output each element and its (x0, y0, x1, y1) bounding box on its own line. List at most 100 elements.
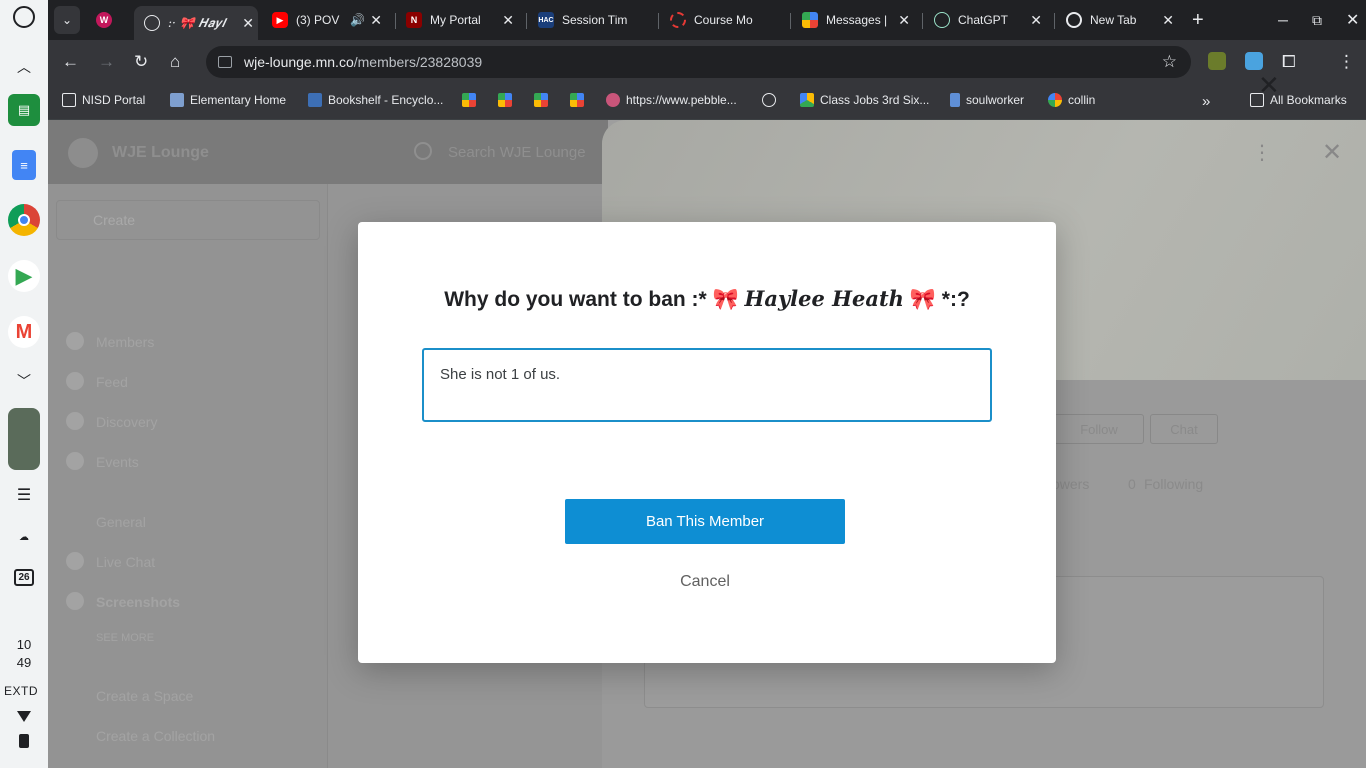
close-icon[interactable]: ✕ (242, 15, 254, 32)
tab-5-favicon (670, 12, 686, 28)
tab-8[interactable]: New Tab ✕ (1066, 6, 1178, 34)
site-logo[interactable] (68, 138, 98, 168)
battery-icon[interactable] (19, 734, 29, 748)
bookmark-nisd-portal[interactable]: NISD Portal (62, 93, 145, 107)
wifi-icon[interactable] (17, 711, 31, 722)
calendar-icon[interactable]: 26 (7, 560, 41, 594)
display-mode-label: EXTD (4, 684, 39, 698)
minimize-icon[interactable]: ─ (1278, 6, 1294, 34)
menu-icon[interactable]: ⋮ (1338, 52, 1355, 72)
following-label[interactable]: Following (1144, 476, 1203, 492)
back-icon[interactable]: ← (62, 52, 79, 72)
create-button[interactable]: Create (56, 200, 320, 240)
restore-icon[interactable]: ⧉ (1312, 6, 1328, 34)
forward-icon[interactable]: → (98, 52, 115, 72)
globe-icon (762, 93, 776, 107)
bookmarks-overflow-icon[interactable]: » (1202, 93, 1210, 110)
tab-separator (658, 13, 659, 29)
photo-app-icon[interactable] (8, 408, 40, 470)
bookmark-label: soulworker (966, 93, 1025, 107)
bookmark-class-jobs[interactable]: Class Jobs 3rd Six... (800, 93, 929, 107)
see-more-link[interactable]: SEE MORE (96, 632, 154, 644)
tab-3-title: My Portal (430, 13, 481, 27)
tab-5[interactable]: Course Mo (670, 6, 782, 34)
follow-button[interactable]: Follow (1054, 414, 1144, 444)
playlist-icon[interactable]: ☰ (7, 478, 41, 512)
close-window-icon[interactable]: ✕ (1346, 6, 1362, 34)
create-collection-link[interactable]: Create a Collection (96, 728, 215, 744)
site-name[interactable]: WJE Lounge (112, 144, 209, 162)
nav-members[interactable]: Members (96, 334, 154, 350)
nav-live-chat[interactable]: Live Chat (96, 554, 155, 570)
bookmark-label: All Bookmarks (1270, 93, 1347, 107)
bookmark-bookshelf[interactable]: Bookshelf - Encyclo... (308, 93, 443, 107)
tab-2[interactable]: ▶ (3) POV 🔊 ✕ (272, 6, 386, 34)
tab-strip: ⌄ W :· 🎀 𝑯𝒂𝒚𝒍 ✕ ▶ (3) POV 🔊 ✕ N My Porta… (48, 0, 1366, 40)
home-icon[interactable]: ⌂ (170, 52, 180, 72)
tab-3[interactable]: N My Portal ✕ (406, 6, 518, 34)
reload-icon[interactable]: ↻ (134, 52, 148, 72)
bookmark-pinwheel-2[interactable] (498, 93, 518, 107)
address-bar[interactable]: wje-lounge.mn.co/members/23828039 ☆ (206, 46, 1191, 78)
extension-1-icon[interactable] (1208, 52, 1226, 70)
ban-reason-textarea[interactable]: She is not 1 of us. (422, 348, 992, 422)
create-space-link[interactable]: Create a Space (96, 688, 193, 704)
tab-7[interactable]: ChatGPT ✕ (934, 6, 1046, 34)
tab-2-title: (3) POV (296, 13, 340, 27)
site-info-icon[interactable] (218, 56, 232, 68)
close-icon[interactable]: ✕ (898, 12, 910, 29)
school-icon (170, 93, 184, 107)
new-tab-button[interactable]: + (1192, 6, 1212, 34)
tab-4[interactable]: HAC Session Tim (538, 6, 658, 34)
more-options-icon[interactable]: ⋮ (1252, 140, 1272, 165)
nav-discovery[interactable]: Discovery (96, 414, 157, 430)
britannica-icon (308, 93, 322, 107)
bookmark-soulworker[interactable]: soulworker (950, 93, 1024, 107)
tab-1[interactable]: :· 🎀 𝑯𝒂𝒚𝒍 ✕ (134, 6, 258, 40)
play-store-app-icon[interactable]: ▶ (8, 260, 40, 292)
close-icon[interactable]: ✕ (502, 12, 514, 29)
left-nav: Create Members Feed Discovery Events Gen… (48, 184, 328, 768)
section-general[interactable]: General (96, 514, 146, 530)
bookmark-pinwheel-3[interactable] (534, 93, 554, 107)
cloud-icon[interactable]: ☁ (7, 520, 41, 554)
bookmark-pinwheel-4[interactable] (570, 93, 590, 107)
site-header: WJE Lounge Search WJE Lounge (48, 120, 608, 184)
bookmark-elementary-home[interactable]: Elementary Home (170, 93, 286, 107)
bookmark-collin[interactable]: collin (1048, 93, 1095, 107)
url-text: wje-lounge.mn.co/members/23828039 (244, 54, 482, 70)
speaker-icon[interactable]: 🔊 (350, 13, 365, 27)
extensions-puzzle-icon[interactable]: ⧠ (1282, 52, 1296, 72)
nav-screenshots[interactable]: Screenshots (96, 594, 180, 610)
bookmark-globe[interactable] (762, 93, 782, 107)
bookmark-pebble[interactable]: https://www.pebble... (606, 93, 737, 107)
extension-2-icon[interactable] (1245, 52, 1263, 70)
docs-app-icon[interactable]: ≡ (12, 150, 36, 180)
live-chat-icon (66, 552, 84, 570)
search-input[interactable]: Search WJE Lounge (448, 144, 586, 161)
chat-button[interactable]: Chat (1150, 414, 1218, 444)
chrome-app-icon[interactable] (8, 204, 40, 236)
chevron-up-icon[interactable]: ︿ (7, 50, 41, 84)
classroom-app-icon[interactable]: ▤ (8, 94, 40, 126)
bookmark-star-icon[interactable]: ☆ (1162, 52, 1177, 72)
followers-label[interactable]: owers (1052, 476, 1089, 492)
ban-member-button[interactable]: Ban This Member (565, 499, 845, 544)
bookmark-pinwheel-1[interactable] (462, 93, 482, 107)
launcher-icon[interactable] (13, 6, 35, 28)
close-icon[interactable]: ✕ (370, 12, 382, 29)
close-icon[interactable]: ✕ (1030, 12, 1042, 29)
chevron-down-icon[interactable]: ﹀ (7, 364, 41, 398)
nav-events[interactable]: Events (96, 454, 139, 470)
shelf-clock[interactable]: 10 49 (0, 636, 48, 672)
cancel-button[interactable]: Cancel (358, 573, 1052, 591)
close-icon[interactable]: ✕ (1162, 12, 1174, 29)
close-icon[interactable]: ✕ (1258, 72, 1280, 98)
tab-0[interactable]: W (96, 6, 132, 34)
panel-close-icon[interactable]: ✕ (1322, 138, 1342, 167)
tab-separator (790, 13, 791, 29)
tab-search-button[interactable]: ⌄ (54, 6, 80, 34)
gmail-app-icon[interactable]: M (8, 316, 40, 348)
nav-feed[interactable]: Feed (96, 374, 128, 390)
tab-6[interactable]: Messages | ✕ (802, 6, 914, 34)
